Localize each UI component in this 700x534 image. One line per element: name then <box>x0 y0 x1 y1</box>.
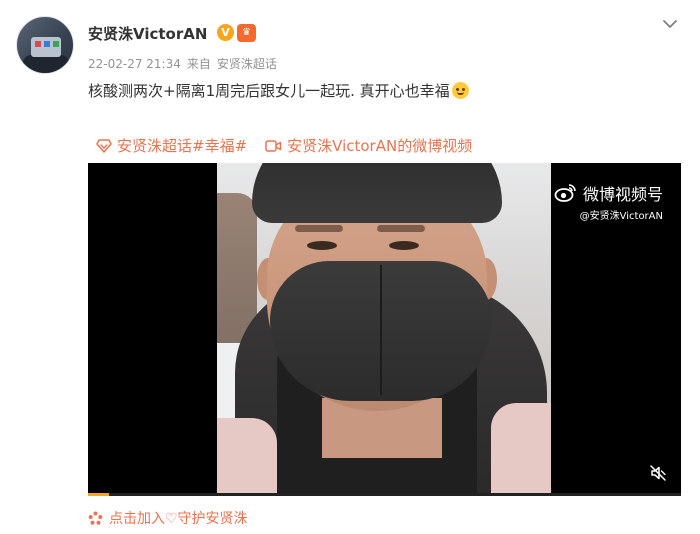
post-body: 核酸测两次+隔离1周完后跟女儿一起玩. 真开心也幸福 <box>88 82 450 100</box>
flower-icon <box>88 511 103 525</box>
author-name[interactable]: 安贤洙VictorAN <box>88 23 207 44</box>
post-source[interactable]: 安贤洙超话 <box>217 57 277 71</box>
supertopic-diamond-icon <box>96 138 112 153</box>
join-guard-link[interactable]: 点击加入♡守护安贤洙 <box>88 508 248 528</box>
smiling-face-with-hearts-icon <box>451 82 469 99</box>
post-timestamp[interactable]: 22-02-27 21:34 <box>88 57 181 71</box>
verified-badge: V <box>217 24 234 41</box>
watermark-handle: @安贤洙VictorAN <box>579 211 663 222</box>
join-guard-label: 点击加入♡守护安贤洙 <box>109 511 248 527</box>
source-prefix: 来自 <box>186 57 211 71</box>
video-progress-bar[interactable] <box>88 493 681 496</box>
video-progress-fill <box>88 493 109 496</box>
weibo-eye-icon <box>554 184 576 202</box>
supertopic-link[interactable]: 安贤洙超话#幸福# <box>96 135 247 156</box>
mute-icon[interactable] <box>649 464 667 482</box>
chevron-down-icon[interactable] <box>660 14 680 34</box>
level-badge: ♛ <box>237 24 256 42</box>
video-link[interactable]: 安贤洙VictorAN的微博视频 <box>265 135 472 156</box>
avatar[interactable] <box>16 16 74 74</box>
video-camera-icon <box>265 139 282 152</box>
post-text: 核酸测两次+隔离1周完后跟女儿一起玩. 真开心也幸福 <box>88 80 469 101</box>
supertopic-link-label: 安贤洙超话#幸福# <box>117 137 248 155</box>
video-frame <box>217 163 551 496</box>
watermark-title: 微博视频号 <box>582 185 663 204</box>
video-player[interactable]: 微博视频号 @安贤洙VictorAN <box>88 163 681 496</box>
video-link-label: 安贤洙VictorAN的微博视频 <box>287 137 473 155</box>
tag-row: 安贤洙超话#幸福# 安贤洙VictorAN的微博视频 <box>96 135 472 156</box>
post-meta: 22-02-27 21:34 来自 安贤洙超话 <box>88 55 283 72</box>
video-watermark: 微博视频号 @安贤洙VictorAN <box>554 181 663 222</box>
